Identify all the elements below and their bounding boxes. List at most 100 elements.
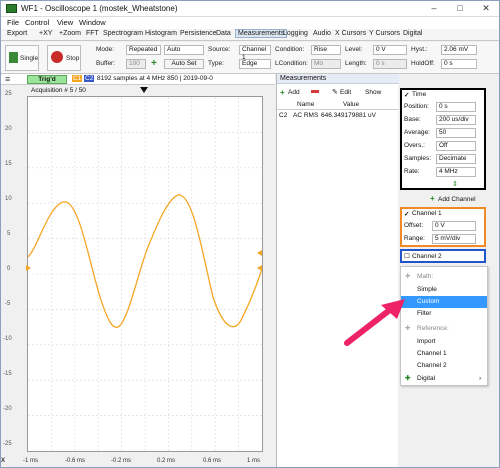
y-axis-labels: 25 20 15 10 5 0 -5 -10 -15 -20 -25: [3, 91, 25, 457]
buffer-field[interactable]: 100: [126, 59, 146, 69]
row-channel: C2: [279, 112, 288, 119]
tab-xy[interactable]: +XY: [39, 30, 52, 37]
channel1-title: Channel 1: [412, 210, 442, 217]
channel1-offset-marker-left[interactable]: [26, 265, 31, 271]
auto-set-button[interactable]: Auto Set: [164, 59, 204, 69]
stop-button[interactable]: Stop: [47, 45, 81, 71]
y-tick-label: -20: [3, 406, 12, 412]
channel2-checkbox[interactable]: ☐: [404, 252, 410, 260]
menu-item-digital[interactable]: ✚ Digital ›: [401, 373, 487, 385]
level-field[interactable]: 0 V: [373, 45, 407, 55]
type-select[interactable]: Edge: [239, 59, 271, 69]
channel1-marker-right[interactable]: [257, 250, 262, 256]
lcondition-select[interactable]: Mo: [311, 59, 341, 69]
tab-digital[interactable]: Digital: [403, 30, 422, 37]
y-tick-label: -15: [3, 371, 12, 377]
tab-fft[interactable]: FFT: [86, 30, 99, 37]
holdoff-field[interactable]: 0 s: [441, 59, 477, 69]
trigger-position-marker[interactable]: [140, 87, 148, 93]
rate-arrow-icon[interactable]: ⇕: [452, 180, 458, 188]
show-measurement-button[interactable]: Show: [365, 89, 381, 96]
source-select[interactable]: Channel 1: [239, 45, 271, 61]
y-tick-label: -10: [3, 336, 12, 342]
add-channel-menu: ✚ Math: Simple Custom Filter ✚ Reference…: [400, 266, 488, 386]
plot-area[interactable]: [27, 96, 263, 452]
tab-spectrogram[interactable]: Spectrogram: [103, 30, 143, 37]
app-icon: [6, 4, 17, 13]
base-select[interactable]: 200 us/div: [436, 115, 476, 125]
add-measurement-button[interactable]: Add: [288, 89, 300, 96]
time-checkbox[interactable]: ✓: [404, 91, 409, 99]
y-tick-label: -5: [5, 301, 11, 307]
menu-item-channel2[interactable]: Channel 2: [401, 360, 487, 372]
reference-header-label: Reference:: [417, 325, 449, 332]
channel1-offset-marker-right[interactable]: [257, 265, 262, 271]
position-field[interactable]: 0 s: [436, 102, 476, 112]
edit-measurement-button[interactable]: Edit: [340, 89, 351, 96]
menu-item-channel1[interactable]: Channel 1: [401, 348, 487, 360]
tab-measurements[interactable]: Measurements: [235, 29, 288, 38]
channel2-box[interactable]: ☐ Channel 2: [400, 249, 486, 263]
average-field[interactable]: 50: [436, 128, 476, 138]
menu-window[interactable]: Window: [79, 18, 106, 27]
add-channel-button[interactable]: Add Channel: [438, 196, 476, 203]
single-button[interactable]: Single: [5, 45, 39, 71]
minimize-button[interactable]: –: [421, 1, 447, 16]
channel1-checkbox[interactable]: ✓: [404, 210, 409, 218]
rate-field[interactable]: 4 MHz: [436, 167, 476, 177]
measurements-panel: Measurements + Add ✎ Edit Show Name Valu…: [276, 74, 399, 467]
tab-data[interactable]: Data: [216, 30, 231, 37]
tab-persistence[interactable]: Persistence: [180, 30, 217, 37]
condition-label: Condition:: [275, 46, 305, 53]
oscilloscope-window: WF1 - Oscilloscope 1 (mostek_Wheatstone)…: [0, 0, 500, 468]
table-row[interactable]: C2 AC RMS 646.349179881 uV: [277, 111, 399, 121]
menu-control[interactable]: Control: [25, 18, 49, 27]
col-name-header[interactable]: Name: [297, 101, 314, 108]
hyst-field[interactable]: 2.06 mV: [441, 45, 477, 55]
menu-icon[interactable]: ≡: [5, 74, 10, 84]
overs-select[interactable]: Off: [436, 141, 476, 151]
trigger-mode-select[interactable]: Auto: [164, 45, 204, 55]
tab-y-cursors[interactable]: Y Cursors: [369, 30, 400, 37]
menu-item-custom[interactable]: Custom: [401, 296, 487, 308]
plus-icon[interactable]: +: [151, 58, 157, 69]
average-label: Average:: [404, 129, 430, 136]
x-tick-label: -0.2 ms: [111, 458, 132, 464]
tab-export[interactable]: Export: [7, 30, 27, 37]
col-value-header[interactable]: Value: [343, 101, 359, 108]
maximize-button[interactable]: □: [447, 1, 473, 16]
menu-view[interactable]: View: [57, 18, 73, 27]
mode-select[interactable]: Repeated: [126, 45, 161, 55]
tab-audio[interactable]: Audio: [313, 30, 331, 37]
y-tick-label: 25: [5, 91, 12, 97]
range-select[interactable]: 5 mV/div: [432, 234, 476, 244]
menu-item-simple[interactable]: Simple: [401, 284, 487, 296]
menu-file[interactable]: File: [7, 18, 19, 27]
single-label: Single: [20, 55, 39, 62]
base-label: Base:: [404, 116, 421, 123]
samples-select[interactable]: Decimate: [436, 154, 476, 164]
offset-field[interactable]: 0 V: [432, 221, 476, 231]
acquisition-info: 8192 samples at 4 MHz 850 | 2019-09-0: [97, 75, 213, 82]
tab-histogram[interactable]: Histogram: [145, 30, 177, 37]
remove-icon[interactable]: [311, 90, 319, 93]
x-axis-unit[interactable]: X: [1, 458, 5, 464]
plus-icon: ✚: [405, 375, 411, 382]
y-tick-label: 10: [5, 196, 12, 202]
condition-select[interactable]: Rise: [311, 45, 341, 55]
menu-item-import[interactable]: Import: [401, 336, 487, 348]
plot-status-bar: ≡ Trig'd C1 C2 8192 samples at 4 MHz 850…: [1, 74, 275, 85]
c2-tag[interactable]: C2: [84, 75, 95, 82]
mode-label: Mode:: [96, 46, 115, 53]
submenu-arrow-icon: ›: [479, 375, 482, 382]
c1-tag[interactable]: C1: [72, 75, 83, 82]
lcondition-label: LCondition:: [275, 60, 308, 67]
tab-x-cursors[interactable]: X Cursors: [335, 30, 366, 37]
close-button[interactable]: ✕: [473, 1, 499, 16]
menu-item-filter[interactable]: Filter: [401, 308, 487, 320]
tab-zoom[interactable]: +Zoom: [59, 30, 81, 37]
plus-icon: ✚: [405, 273, 411, 280]
length-field[interactable]: 0 s: [373, 59, 407, 69]
tab-logging[interactable]: Logging: [283, 30, 308, 37]
waveform-plot[interactable]: [27, 97, 263, 451]
